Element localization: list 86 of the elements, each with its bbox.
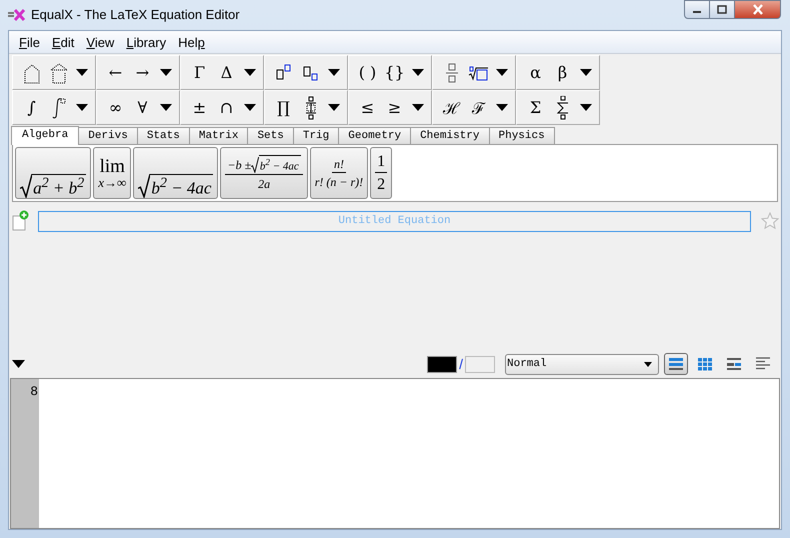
tab[interactable]: Sets [247,127,294,144]
radical-icon [138,174,150,198]
tab[interactable]: Matrix [188,127,248,144]
formula-button[interactable]: −b ± b$^{2}$ − 4ac 2a [220,147,308,199]
symbol-button[interactable]: {} [381,58,408,88]
formula-text: x→∞ [98,176,126,189]
symbol-button[interactable]: ( ) [354,58,381,88]
caret-icon [160,104,172,111]
formula-button[interactable]: b$^{2}$ − 4ac [133,147,218,199]
tab[interactable]: Derivs [78,127,138,144]
equation-name-field[interactable]: Untitled Equation [38,210,751,232]
caret-icon [580,104,592,111]
tab[interactable]: Algebra [11,126,80,145]
formula-text: a$^{2}$ + b$^{2}$ [32,174,86,198]
menu-item[interactable]: File [13,32,46,52]
formula-button[interactable]: lim x→∞ [93,147,132,199]
formula-text: b$^{2}$ − 4ac [150,174,214,198]
caret-icon [412,69,424,76]
symbol-button[interactable]: ∩ [213,92,240,122]
maximize-icon [717,5,727,14]
background-color-swatch[interactable] [465,356,495,372]
formula-text: b$^{2}$ − 4ac [258,154,301,173]
formula-text: n! [334,156,344,171]
tab[interactable]: Trig [292,127,340,144]
caret-icon [496,104,508,111]
symbol-button[interactable]: → [129,58,156,88]
app-logo-icon [7,8,27,22]
tab[interactable]: Chemistry [410,127,490,144]
symbol-button[interactable]: ℋ [438,92,465,122]
formula-text: lim [100,157,125,176]
caret-icon [244,69,256,76]
formula-text: 2 [377,175,386,194]
menu-item[interactable]: Edit [46,32,80,52]
window-title: EqualX - The LaTeX Equation Editor [31,7,241,22]
formula-text: 2a [258,176,270,192]
tab[interactable]: Geometry [338,127,412,144]
line-number: 8 [30,384,38,399]
formula-text: 1 [377,152,386,171]
minimize-button[interactable] [684,0,710,19]
caret-icon [12,360,25,368]
symbol-button[interactable]: Δ [213,58,240,88]
tab[interactable]: Physics [488,127,555,144]
caret-icon [244,104,256,111]
caret-icon [580,69,592,76]
radical-icon [20,174,32,198]
caret-icon [76,69,88,76]
caret-icon [160,69,172,76]
symbol-button[interactable]: ← [102,58,129,88]
symbol-button[interactable]: Γ [186,58,213,88]
align-left-icon [754,356,772,372]
formula-button[interactable]: 1 2 [370,147,392,199]
caret-icon [496,69,508,76]
star-icon[interactable] [761,212,779,230]
foreground-color-swatch[interactable] [427,356,458,372]
caret-icon [328,104,340,111]
caret-icon [76,104,88,111]
radical-icon [251,156,259,173]
size-select[interactable]: Normal [505,354,659,374]
symbol-button[interactable]: β [549,58,576,88]
caret-icon [412,104,424,111]
symbol-button[interactable]: α [522,58,549,88]
menu-item[interactable]: View [80,32,120,52]
menu-item[interactable]: Library [120,32,172,52]
caret-icon [644,362,652,366]
split-rows-icon [725,356,743,372]
expand-button[interactable] [12,360,25,368]
symbol-button[interactable]: ∞ [102,92,129,122]
grid-icon [696,356,714,372]
formula-text: −b ± [227,158,252,173]
maximize-button[interactable] [709,0,735,19]
close-icon [752,4,764,15]
close-button[interactable] [734,0,781,19]
separator-slash: / [459,356,463,372]
caret-icon [328,69,340,76]
formula-button[interactable]: n! r! (n − r)! [310,147,368,199]
symbol-button[interactable]: ≥ [381,92,408,122]
tab[interactable]: Stats [136,127,190,144]
rows-icon [667,356,685,372]
symbol-button[interactable]: ≤ [354,92,381,122]
symbol-button[interactable]: ∀ [129,92,156,122]
menu-item[interactable]: Help [172,32,211,52]
formula-button[interactable]: a$^{2}$ + b$^{2}$ [15,147,92,199]
layout-button[interactable] [664,353,688,375]
formula-text: r! (n − r)! [314,174,364,190]
symbol-button[interactable]: ℱ [465,92,492,122]
symbol-button[interactable]: ± [186,92,213,122]
